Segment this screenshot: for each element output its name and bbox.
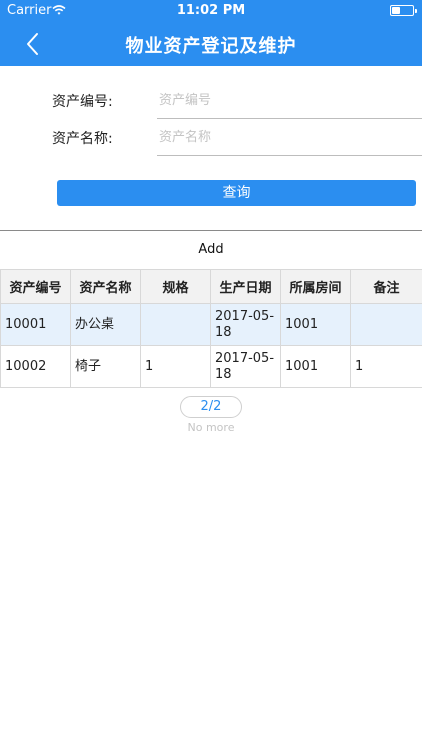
asset-name-row: 资产名称: bbox=[0, 120, 422, 156]
query-button[interactable]: 查询 bbox=[57, 180, 416, 206]
asset-no-label: 资产编号: bbox=[52, 94, 113, 110]
table-cell: 10002 bbox=[0, 345, 71, 388]
asset-table: 资产编号 资产名称 规格 生产日期 所属房间 备注 10001 办公桌 2017… bbox=[0, 269, 422, 388]
table-cell: 10001 bbox=[0, 303, 71, 346]
battery-icon bbox=[390, 5, 417, 16]
column-header-remark[interactable]: 备注 bbox=[350, 269, 422, 304]
table-cell: 1001 bbox=[280, 303, 351, 346]
table-cell: 椅子 bbox=[70, 345, 141, 388]
table-cell: 1001 bbox=[280, 345, 351, 388]
column-header-asset-name[interactable]: 资产名称 bbox=[70, 269, 141, 304]
column-header-room[interactable]: 所属房间 bbox=[280, 269, 351, 304]
add-button[interactable]: Add bbox=[0, 242, 422, 257]
page-title: 物业资产登记及维护 bbox=[125, 36, 297, 57]
asset-name-label: 资产名称: bbox=[52, 131, 113, 147]
chevron-left-icon[interactable] bbox=[20, 31, 46, 57]
table-row[interactable]: 10002 椅子 1 2017-05-18 1001 1 bbox=[0, 345, 422, 388]
table-header-row: 资产编号 资产名称 规格 生产日期 所属房间 备注 bbox=[0, 269, 422, 304]
asset-no-input[interactable] bbox=[157, 83, 422, 119]
table-cell bbox=[350, 303, 422, 346]
column-header-spec[interactable]: 规格 bbox=[140, 269, 211, 304]
column-header-asset-no[interactable]: 资产编号 bbox=[0, 269, 71, 304]
table-cell bbox=[140, 303, 211, 346]
asset-no-row: 资产编号: bbox=[0, 83, 422, 119]
table-cell: 1 bbox=[140, 345, 211, 388]
clock: 11:02 PM bbox=[176, 3, 246, 18]
column-header-production-date[interactable]: 生产日期 bbox=[210, 269, 281, 304]
table-row[interactable]: 10001 办公桌 2017-05-18 1001 bbox=[0, 303, 422, 346]
status-bar: Carrier 11:02 PM bbox=[0, 0, 422, 22]
table-cell: 办公桌 bbox=[70, 303, 141, 346]
page-indicator-button[interactable]: 2/2 bbox=[180, 396, 242, 418]
table-cell: 1 bbox=[350, 345, 422, 388]
table-cell: 2017-05-18 bbox=[210, 303, 281, 346]
divider bbox=[0, 230, 422, 231]
table-cell: 2017-05-18 bbox=[210, 345, 281, 388]
nav-bar: 物业资产登记及维护 bbox=[0, 22, 422, 66]
no-more-label: No more bbox=[187, 421, 235, 434]
asset-name-input[interactable] bbox=[157, 120, 422, 156]
